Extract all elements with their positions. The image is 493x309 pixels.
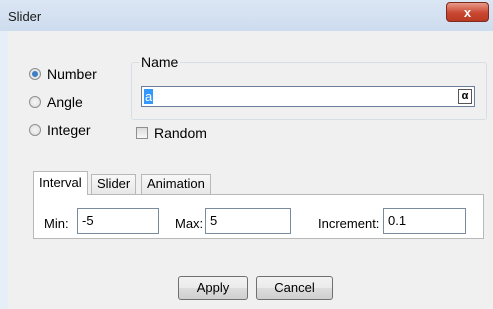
tab-interval[interactable]: Interval [33, 171, 88, 195]
apply-button[interactable]: Apply [178, 276, 248, 300]
increment-label: Increment: [318, 216, 380, 231]
tab-animation[interactable]: Animation [141, 174, 211, 194]
dialog-window: Slider x [0, 0, 493, 309]
title-bar[interactable]: Slider x [0, 0, 493, 31]
radio-button[interactable] [29, 96, 41, 108]
radio-button-checked[interactable] [29, 68, 41, 80]
increment-input[interactable]: 0.1 [383, 208, 466, 234]
window-title: Slider [8, 9, 42, 24]
max-input[interactable]: 5 [205, 208, 291, 234]
name-legend: Name [139, 54, 181, 70]
close-button[interactable]: x [446, 2, 489, 22]
radio-number-label: Number [47, 66, 97, 82]
random-checkbox[interactable] [136, 127, 148, 139]
close-icon: x [463, 4, 472, 20]
radio-angle-label: Angle [47, 94, 83, 110]
min-input[interactable]: -5 [77, 208, 159, 234]
radio-button[interactable] [29, 124, 41, 136]
name-input-value: a [144, 89, 154, 104]
random-checkbox-row[interactable]: Random [136, 125, 207, 141]
alpha-symbol-button[interactable]: α [458, 89, 472, 104]
random-label: Random [154, 125, 207, 141]
cancel-button[interactable]: Cancel [256, 276, 333, 300]
radio-number[interactable]: Number [29, 66, 97, 82]
radio-integer[interactable]: Integer [29, 122, 91, 138]
name-input[interactable]: a α [141, 86, 475, 107]
radio-angle[interactable]: Angle [29, 94, 83, 110]
radio-integer-label: Integer [47, 122, 91, 138]
tab-slider[interactable]: Slider [91, 174, 137, 194]
min-label: Min: [44, 216, 69, 231]
max-label: Max: [175, 216, 204, 231]
